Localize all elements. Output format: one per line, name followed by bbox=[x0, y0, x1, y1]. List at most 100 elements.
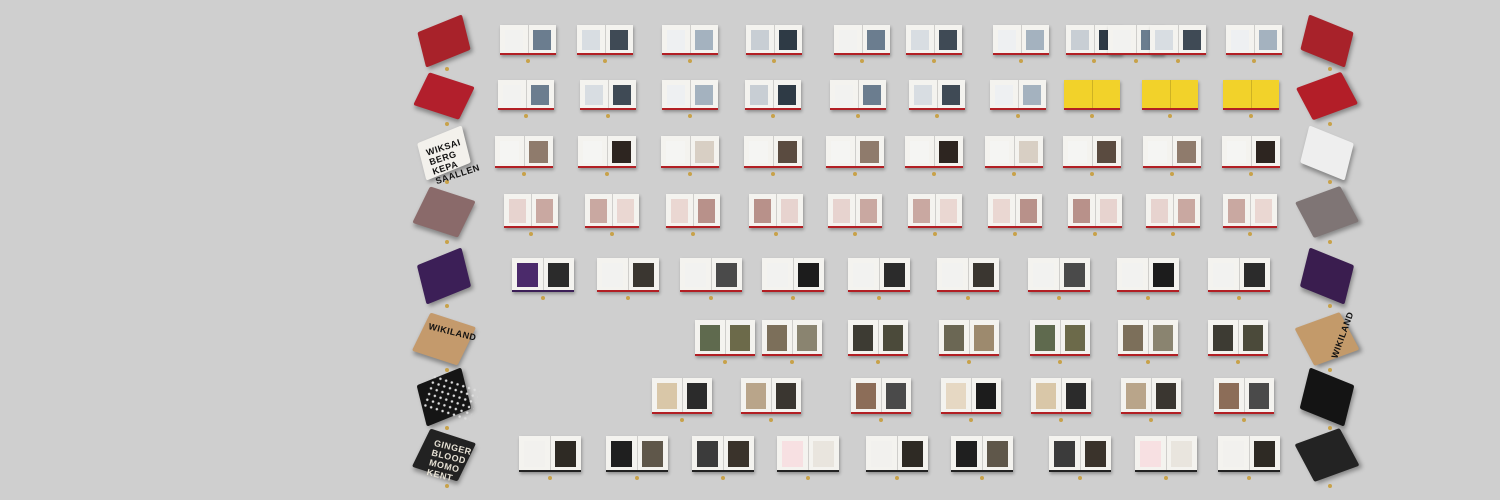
spread-image-left bbox=[1069, 85, 1087, 105]
page-marker bbox=[853, 172, 857, 176]
spread-image-right bbox=[531, 85, 549, 105]
spread-image-right bbox=[695, 85, 713, 105]
spread-image-left bbox=[1155, 30, 1173, 50]
spread-image-left bbox=[910, 141, 929, 163]
page-marker bbox=[935, 114, 939, 118]
page-marker bbox=[1249, 114, 1253, 118]
book-cover-right bbox=[1299, 247, 1355, 305]
open-book-spread bbox=[652, 378, 712, 414]
book-cover-left bbox=[417, 14, 471, 68]
open-book-spread bbox=[661, 136, 719, 168]
spread-image-right bbox=[730, 325, 750, 351]
spread-image-left bbox=[1228, 85, 1246, 105]
spread-image-right bbox=[529, 141, 548, 163]
spread-image-left bbox=[993, 199, 1010, 223]
open-book-spread bbox=[577, 25, 633, 55]
page-marker bbox=[1092, 59, 1096, 63]
spread-image-left bbox=[666, 141, 685, 163]
spread-image-left bbox=[509, 199, 526, 223]
spread-image-right bbox=[1255, 199, 1272, 223]
page-marker bbox=[806, 476, 810, 480]
spread-image-left bbox=[1036, 383, 1056, 409]
spread-image-left bbox=[1147, 85, 1165, 105]
page-marker bbox=[933, 232, 937, 236]
page-marker bbox=[606, 114, 610, 118]
spread-image-left bbox=[1054, 441, 1075, 467]
spread-image-left bbox=[1123, 325, 1143, 351]
spread-image-left bbox=[1219, 383, 1239, 409]
spread-image-left bbox=[1122, 263, 1143, 287]
spread-image-left bbox=[767, 263, 788, 287]
open-book-spread bbox=[746, 25, 802, 55]
open-book-spread bbox=[1143, 136, 1201, 168]
spread-image-left bbox=[500, 141, 519, 163]
spread-image-left bbox=[853, 263, 874, 287]
page-marker bbox=[522, 172, 526, 176]
spread-image-right bbox=[695, 30, 713, 50]
open-book-spread bbox=[1222, 136, 1280, 168]
spread-image-left bbox=[602, 263, 623, 287]
spread-image-right bbox=[612, 141, 631, 163]
open-book-spread bbox=[1031, 378, 1091, 414]
open-book-spread bbox=[941, 378, 1001, 414]
spread-image-right bbox=[642, 441, 663, 467]
open-book-spread bbox=[826, 136, 884, 168]
page-marker bbox=[445, 122, 449, 126]
spread-image-right bbox=[610, 30, 628, 50]
page-marker bbox=[529, 232, 533, 236]
spread-image-right bbox=[798, 263, 819, 287]
page-marker bbox=[445, 240, 449, 244]
open-book-spread bbox=[1049, 436, 1111, 472]
spread-image-left bbox=[505, 30, 523, 50]
spread-image-right bbox=[1259, 30, 1277, 50]
spread-image-left bbox=[1231, 30, 1249, 50]
spread-image-right bbox=[1019, 141, 1038, 163]
open-book-spread bbox=[512, 258, 574, 292]
spread-image-right bbox=[883, 325, 903, 351]
page-marker bbox=[769, 418, 773, 422]
page-marker bbox=[1237, 296, 1241, 300]
spread-image-right bbox=[1066, 383, 1086, 409]
page-marker bbox=[966, 296, 970, 300]
open-book-spread bbox=[1223, 194, 1277, 228]
spread-image-left bbox=[914, 85, 932, 105]
spread-image-right bbox=[1177, 141, 1196, 163]
spread-image-left bbox=[697, 441, 718, 467]
open-book-spread bbox=[762, 258, 824, 292]
page-marker bbox=[1328, 368, 1332, 372]
spread-image-left bbox=[671, 199, 688, 223]
book-cover-left bbox=[412, 186, 476, 238]
open-book-spread bbox=[1121, 378, 1181, 414]
page-marker bbox=[445, 426, 449, 430]
page-marker bbox=[1328, 240, 1332, 244]
spread-image-right bbox=[776, 383, 796, 409]
page-marker bbox=[1090, 114, 1094, 118]
page-marker bbox=[1248, 232, 1252, 236]
open-book-spread bbox=[1208, 258, 1270, 292]
spread-image-left bbox=[700, 325, 720, 351]
page-marker bbox=[1247, 476, 1251, 480]
open-book-spread bbox=[866, 436, 928, 472]
page-marker bbox=[1146, 360, 1150, 364]
book-cover-left bbox=[413, 72, 475, 120]
spread-image-right bbox=[860, 141, 879, 163]
open-book-spread bbox=[1142, 80, 1198, 110]
book-cover-right bbox=[1295, 71, 1359, 121]
page-marker bbox=[688, 114, 692, 118]
spread-image-right bbox=[1097, 141, 1116, 163]
spread-image-right bbox=[1171, 441, 1192, 467]
page-marker bbox=[1168, 114, 1172, 118]
page-marker bbox=[967, 360, 971, 364]
open-book-spread bbox=[909, 80, 965, 110]
spread-image-right bbox=[942, 85, 960, 105]
spread-image-left bbox=[956, 441, 977, 467]
spread-image-right bbox=[940, 199, 957, 223]
page-marker bbox=[691, 232, 695, 236]
spread-image-left bbox=[1073, 199, 1090, 223]
page-marker bbox=[1328, 67, 1332, 71]
open-book-spread bbox=[1063, 136, 1121, 168]
spread-image-left bbox=[835, 85, 853, 105]
spread-image-left bbox=[585, 85, 603, 105]
spread-image-left bbox=[944, 325, 964, 351]
page-marker bbox=[791, 296, 795, 300]
